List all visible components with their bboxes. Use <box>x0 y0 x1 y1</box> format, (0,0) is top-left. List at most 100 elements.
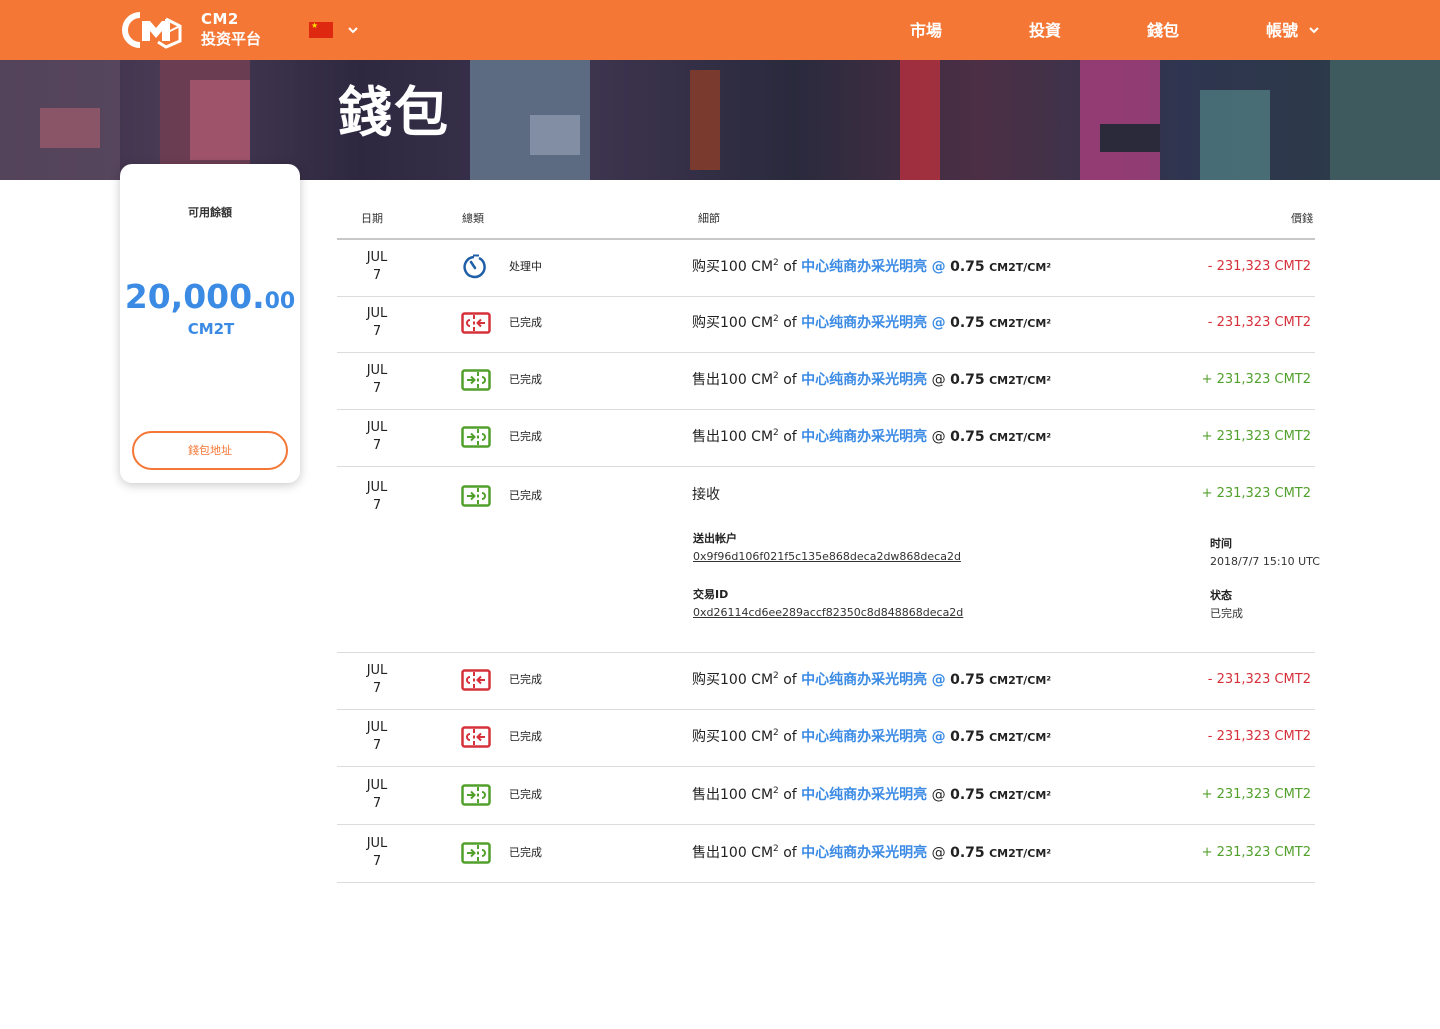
table-row[interactable]: JUL 7 已完成 售出100 CM2 of 中心纯商办采光明亮 @ 0.75 CM2… <box>337 768 1315 825</box>
row-action: 购买100 CM <box>692 259 774 275</box>
row-date-day: 7 <box>372 438 382 453</box>
table-row[interactable]: JUL 7 已完成 购买100 CM2 of 中心纯商办采光明亮 @ 0.75 CM2… <box>337 710 1315 767</box>
project-link[interactable]: 中心纯商办采光明亮 <box>801 787 927 803</box>
balance-amount: 20,000.00 <box>120 276 300 324</box>
brand-name[interactable]: CM2 投资平台 <box>201 9 261 49</box>
row-date-month: JUL <box>366 836 388 851</box>
row-date-month: JUL <box>366 420 388 435</box>
row-unit-price: 0.75 <box>950 315 985 331</box>
row-detail: 售出100 CM2 of 中心纯商办采光明亮 @ 0.75 CM2T/CM² <box>692 786 1052 804</box>
at-symbol: @ <box>931 259 946 275</box>
project-link[interactable]: 中心纯商办采光明亮 <box>801 372 927 388</box>
timer-icon <box>461 254 491 279</box>
row-date: JUL 7 <box>352 719 402 755</box>
wallet-address-button[interactable]: 錢包地址 <box>132 431 288 470</box>
table-row[interactable]: JUL 7 已完成 售出100 CM2 of 中心纯商办采光明亮 @ 0.75 CM2… <box>337 353 1315 410</box>
row-date: JUL 7 <box>352 479 402 515</box>
balance-amount-main: 20,000. <box>124 277 265 316</box>
transaction-id-label: 交易ID <box>693 588 729 601</box>
time-label: 时间 <box>1210 537 1232 550</box>
top-navbar: CM2 投资平台 ★ 市場 投資 錢包 帳號 <box>0 0 1440 60</box>
from-account-link[interactable]: 0x9f96d106f021f5c135e868deca2dw868deca2d <box>693 550 961 564</box>
at-symbol: @ <box>931 729 946 745</box>
table-row[interactable]: JUL 7 已完成 售出100 CM2 of 中心纯商办采光明亮 @ 0.75 CM2… <box>337 410 1315 467</box>
row-status: 已完成 <box>509 430 542 443</box>
nav-item-wallet[interactable]: 錢包 <box>1147 20 1179 42</box>
row-action: 购买100 CM <box>692 729 774 745</box>
column-header-detail: 細節 <box>698 212 720 225</box>
row-date-day: 7 <box>372 381 382 396</box>
row-price-unit: CM2T/CM² <box>989 789 1052 802</box>
row-date-day: 7 <box>372 738 382 753</box>
project-link[interactable]: 中心纯商办采光明亮 <box>801 429 927 445</box>
nav-item-market[interactable]: 市場 <box>910 20 942 42</box>
row-date: JUL 7 <box>352 249 402 285</box>
table-row[interactable]: JUL 7 已完成 购买100 CM2 of 中心纯商办采光明亮 @ 0.75 CM2… <box>337 296 1315 353</box>
table-row[interactable]: JUL 7 已完成 售出100 CM2 of 中心纯商办采光明亮 @ 0.75 CM2… <box>337 826 1315 883</box>
row-price-unit: CM2T/CM² <box>989 431 1052 444</box>
row-amount: + 231,323 CMT2 <box>1201 429 1311 444</box>
project-link[interactable]: 中心纯商办采光明亮 <box>801 259 927 275</box>
at-symbol: @ <box>931 845 946 861</box>
row-date-day: 7 <box>372 324 382 339</box>
row-detail: 购买100 CM2 of 中心纯商办采光明亮 @ 0.75 CM2T/CM² <box>692 671 1052 689</box>
project-link[interactable]: 中心纯商办采光明亮 <box>801 315 927 331</box>
project-link[interactable]: 中心纯商办采光明亮 <box>801 729 927 745</box>
ticket-in-icon <box>461 485 491 507</box>
column-header-type: 總類 <box>462 212 484 225</box>
row-date: JUL 7 <box>352 662 402 698</box>
row-status: 已完成 <box>509 730 542 743</box>
ticket-in-icon <box>461 426 491 448</box>
nav-item-invest[interactable]: 投資 <box>1029 20 1061 42</box>
row-date: JUL 7 <box>352 777 402 813</box>
column-header-price: 價錢 <box>1291 212 1313 225</box>
row-date-day: 7 <box>372 681 382 696</box>
available-balance-label: 可用餘額 <box>188 206 232 219</box>
state-value: 已完成 <box>1210 607 1243 620</box>
row-unit-price: 0.75 <box>950 729 985 745</box>
state-label: 状态 <box>1210 589 1232 602</box>
at-symbol: @ <box>931 672 946 688</box>
column-header-date: 日期 <box>361 212 383 225</box>
cm2-logo-icon[interactable] <box>122 11 184 49</box>
at-symbol: @ <box>931 372 946 388</box>
project-link[interactable]: 中心纯商办采光明亮 <box>801 845 927 861</box>
row-date: JUL 7 <box>352 305 402 341</box>
language-chevron-down-icon[interactable] <box>347 24 359 36</box>
row-price-unit: CM2T/CM² <box>989 374 1052 387</box>
row-detail: 售出100 CM2 of 中心纯商办采光明亮 @ 0.75 CM2T/CM² <box>692 428 1052 446</box>
at-symbol: @ <box>931 429 946 445</box>
brand-line1: CM2 <box>201 10 239 28</box>
row-detail: 购买100 CM2 of 中心纯商办采光明亮 @ 0.75 CM2T/CM² <box>692 314 1052 332</box>
row-status: 已完成 <box>509 373 542 386</box>
row-date-day: 7 <box>372 498 382 513</box>
ticket-in-icon <box>461 784 491 806</box>
balance-unit: CM2T <box>187 320 235 338</box>
ticket-out-icon <box>461 669 491 691</box>
row-unit-price: 0.75 <box>950 672 985 688</box>
row-date-day: 7 <box>372 854 382 869</box>
nav-item-account[interactable]: 帳號 <box>1266 20 1298 42</box>
account-chevron-down-icon[interactable] <box>1308 24 1320 36</box>
ticket-in-icon <box>461 842 491 864</box>
row-amount: + 231,323 CMT2 <box>1201 486 1311 501</box>
row-amount: - 231,323 CMT2 <box>1207 315 1311 330</box>
row-action: 购买100 CM <box>692 315 774 331</box>
row-detail: 购买100 CM2 of 中心纯商办采光明亮 @ 0.75 CM2T/CM² <box>692 728 1052 746</box>
transaction-id-link[interactable]: 0xd26114cd6ee289accf82350c8d848868deca2d <box>693 606 963 620</box>
table-row[interactable]: JUL 7 处理中 购买100 CM2 of 中心纯商办采光明亮 @ 0.75 CM2… <box>337 240 1315 297</box>
row-status: 已完成 <box>509 846 542 859</box>
row-status: 已完成 <box>509 673 542 686</box>
row-date-month: JUL <box>366 720 388 735</box>
row-amount: + 231,323 CMT2 <box>1201 845 1311 860</box>
project-link[interactable]: 中心纯商办采光明亮 <box>801 672 927 688</box>
row-date-day: 7 <box>372 268 382 283</box>
hero-banner: 錢包 <box>0 60 1440 180</box>
row-unit-price: 0.75 <box>950 372 985 388</box>
row-date-month: JUL <box>366 480 388 495</box>
row-unit-price: 0.75 <box>950 429 985 445</box>
table-row[interactable]: JUL 7 已完成 购买100 CM2 of 中心纯商办采光明亮 @ 0.75 CM2… <box>337 653 1315 710</box>
table-row-receive-expanded[interactable]: JUL 7 已完成 接收 + 231,323 CMT2 送出帐户 0x9f96d… <box>337 467 1320 653</box>
row-date-month: JUL <box>366 306 388 321</box>
china-flag-icon[interactable]: ★ <box>309 22 333 38</box>
